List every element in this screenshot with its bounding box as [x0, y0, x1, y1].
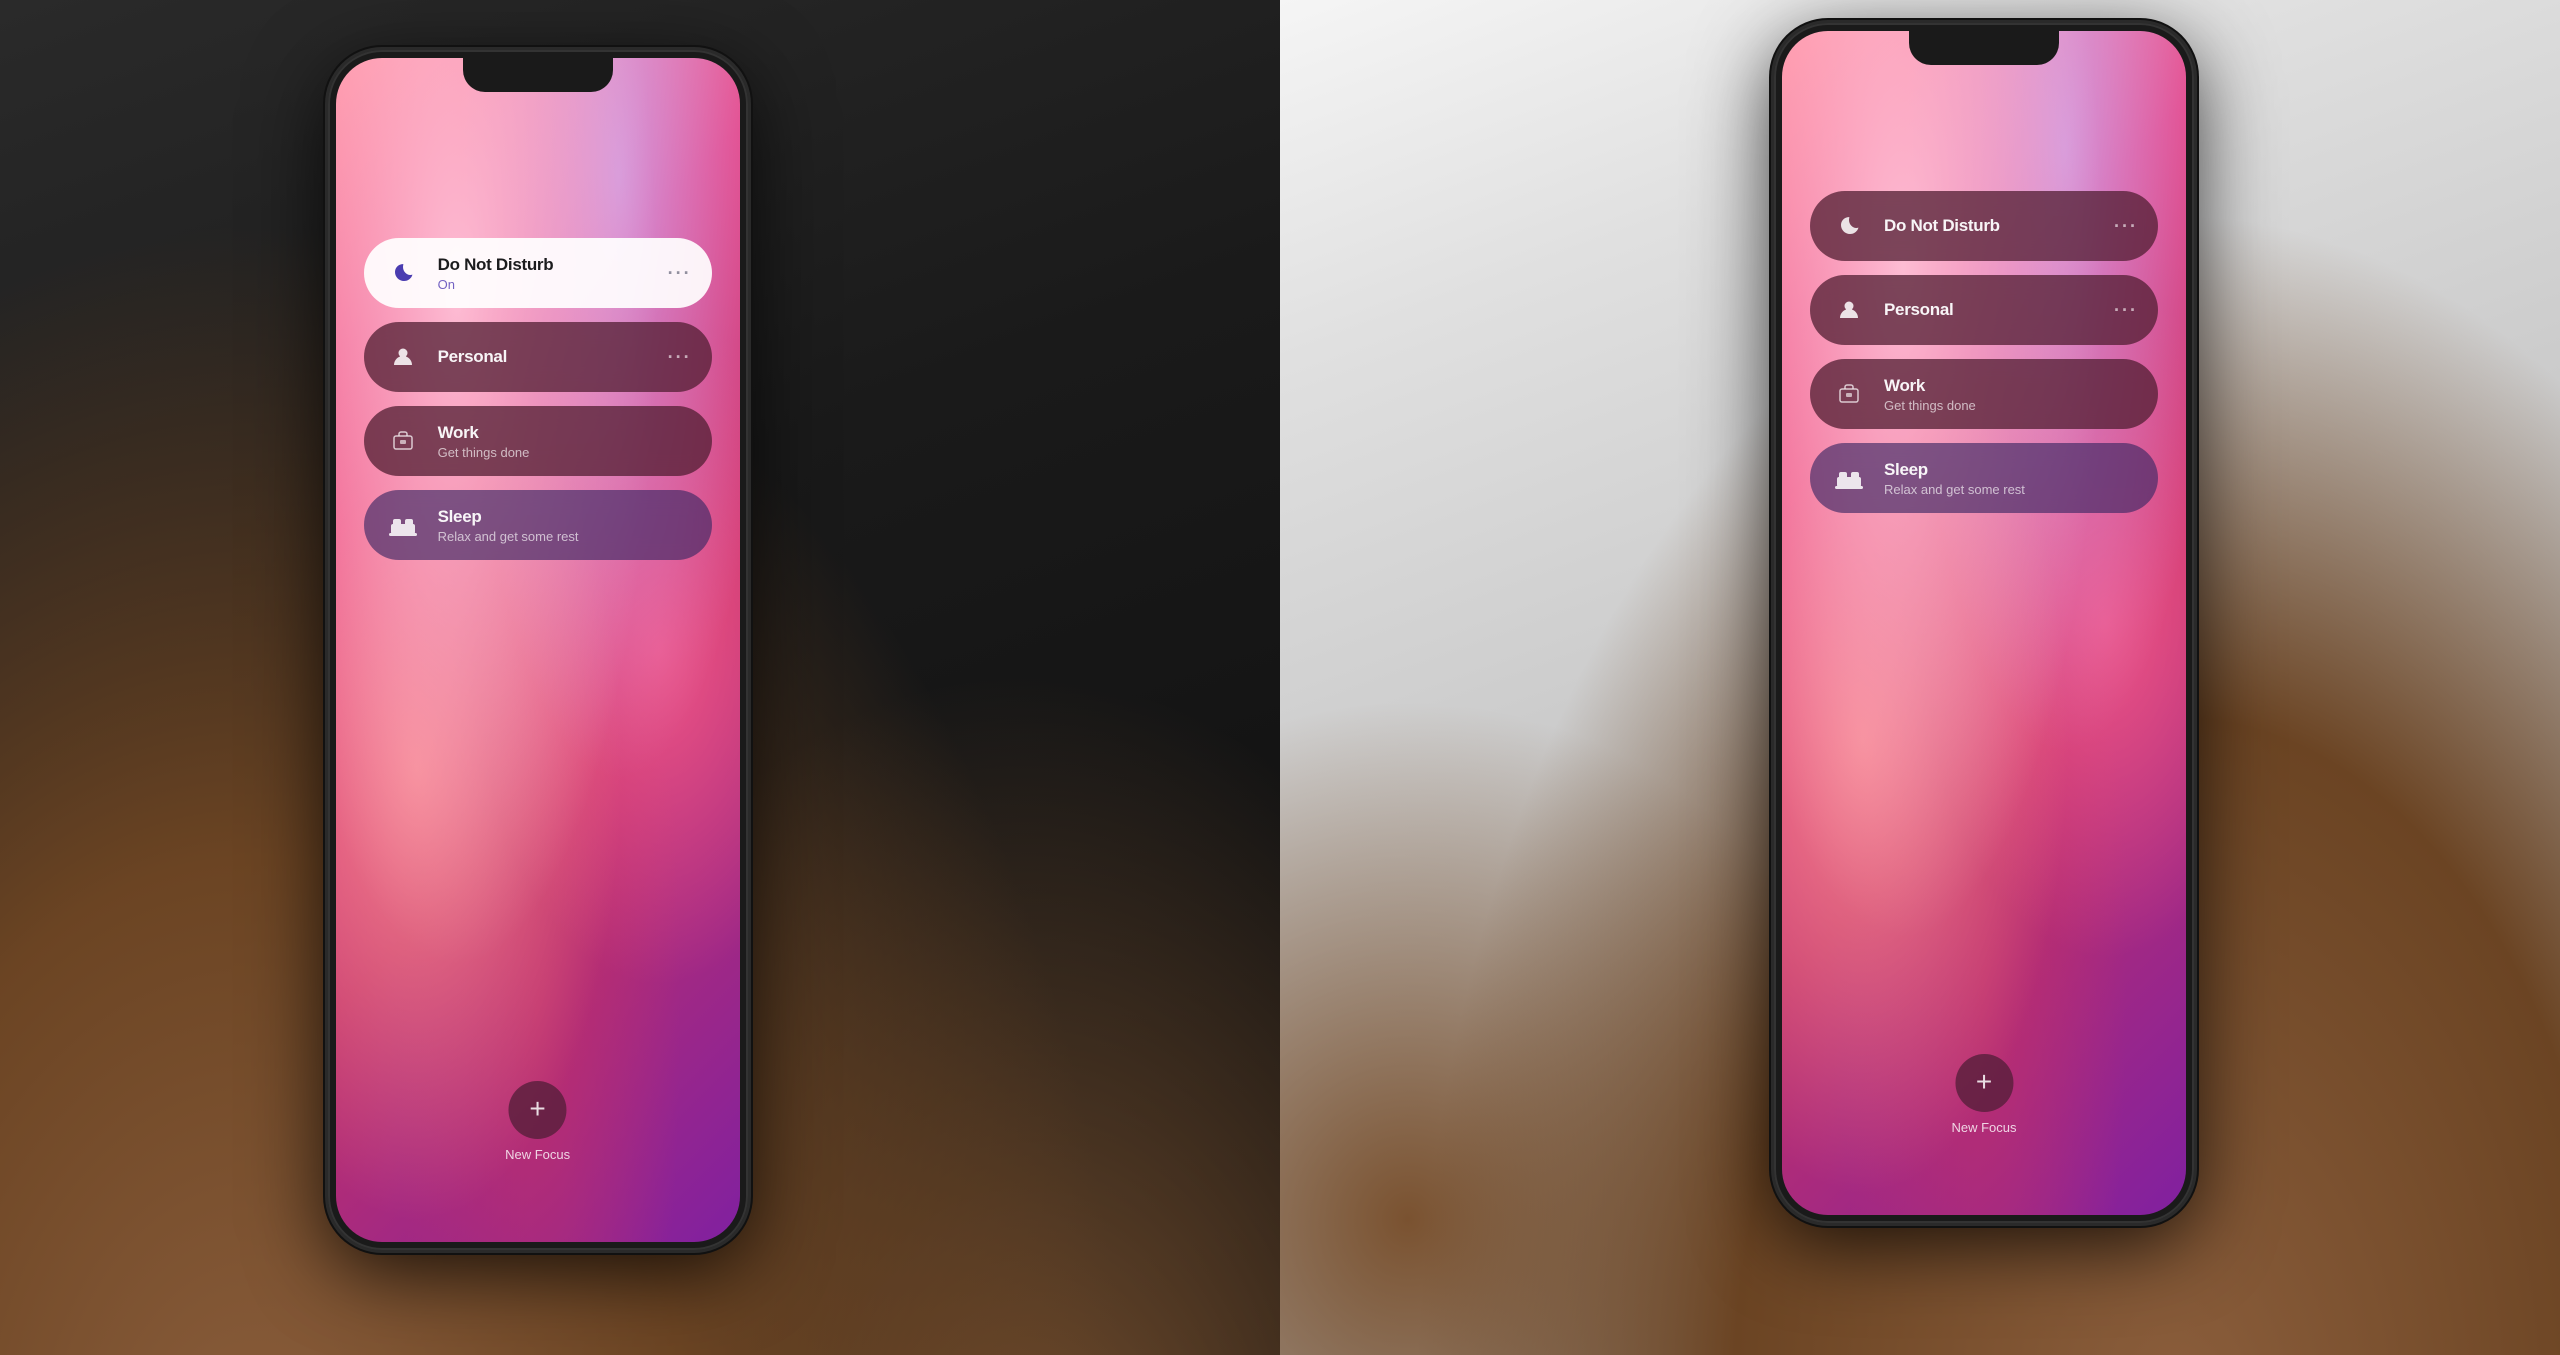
- right-work-item[interactable]: Work Get things done: [1810, 359, 2158, 429]
- right-personal-text: Personal: [1884, 300, 2098, 320]
- personal-icon: [384, 338, 422, 376]
- sleep-text: Sleep Relax and get some rest: [438, 507, 692, 544]
- work-item[interactable]: Work Get things done: [364, 406, 712, 476]
- dnd-text: Do Not Disturb On: [438, 255, 652, 292]
- personal-item[interactable]: Personal ···: [364, 322, 712, 392]
- right-notch: [1909, 31, 2059, 65]
- left-new-focus[interactable]: + New Focus: [505, 1081, 570, 1162]
- dnd-item[interactable]: Do Not Disturb On ···: [364, 238, 712, 308]
- sleep-item[interactable]: Sleep Relax and get some rest: [364, 490, 712, 560]
- left-phone-screen: Do Not Disturb On ··· Personal: [336, 58, 740, 1242]
- right-dnd-title: Do Not Disturb: [1884, 216, 2098, 236]
- dnd-status: On: [438, 277, 652, 292]
- left-phone: Do Not Disturb On ··· Personal: [328, 50, 748, 1250]
- notch: [463, 58, 613, 92]
- left-new-focus-button[interactable]: +: [509, 1081, 567, 1139]
- work-text: Work Get things done: [438, 423, 692, 460]
- right-plus-icon: +: [1976, 1068, 1992, 1096]
- sleep-icon: [384, 506, 422, 544]
- personal-text: Personal: [438, 347, 652, 367]
- right-sleep-text: Sleep Relax and get some rest: [1884, 460, 2138, 497]
- right-work-text: Work Get things done: [1884, 376, 2138, 413]
- sleep-title: Sleep: [438, 507, 692, 527]
- plus-icon: +: [529, 1095, 545, 1123]
- right-dnd-icon: [1830, 207, 1868, 245]
- right-phone: Do Not Disturb ··· Personal ·: [1774, 23, 2194, 1223]
- right-personal-icon: [1830, 291, 1868, 329]
- right-personal-more-icon[interactable]: ···: [2114, 300, 2138, 321]
- right-dnd-more-icon[interactable]: ···: [2114, 216, 2138, 237]
- right-sleep-subtitle: Relax and get some rest: [1884, 482, 2138, 497]
- right-dnd-item[interactable]: Do Not Disturb ···: [1810, 191, 2158, 261]
- right-focus-menu: Do Not Disturb ··· Personal ·: [1810, 191, 2158, 513]
- right-work-title: Work: [1884, 376, 2138, 396]
- right-sleep-title: Sleep: [1884, 460, 2138, 480]
- personal-title: Personal: [438, 347, 652, 367]
- right-photo: Do Not Disturb ··· Personal ·: [1280, 0, 2560, 1355]
- left-focus-menu: Do Not Disturb On ··· Personal: [364, 238, 712, 560]
- right-dnd-text: Do Not Disturb: [1884, 216, 2098, 236]
- work-title: Work: [438, 423, 692, 443]
- dnd-icon: [384, 254, 422, 292]
- right-new-focus-label: New Focus: [1951, 1120, 2016, 1135]
- right-new-focus-button[interactable]: +: [1955, 1054, 2013, 1112]
- right-personal-title: Personal: [1884, 300, 2098, 320]
- dnd-title: Do Not Disturb: [438, 255, 652, 275]
- work-icon: [384, 422, 422, 460]
- right-new-focus[interactable]: + New Focus: [1951, 1054, 2016, 1135]
- right-personal-item[interactable]: Personal ···: [1810, 275, 2158, 345]
- right-sleep-item[interactable]: Sleep Relax and get some rest: [1810, 443, 2158, 513]
- left-photo: Do Not Disturb On ··· Personal: [0, 0, 1280, 1355]
- right-work-subtitle: Get things done: [1884, 398, 2138, 413]
- right-work-icon: [1830, 375, 1868, 413]
- work-subtitle: Get things done: [438, 445, 692, 460]
- sleep-subtitle: Relax and get some rest: [438, 529, 692, 544]
- left-new-focus-label: New Focus: [505, 1147, 570, 1162]
- right-sleep-icon: [1830, 459, 1868, 497]
- dnd-more-icon[interactable]: ···: [668, 263, 692, 284]
- personal-more-icon[interactable]: ···: [668, 347, 692, 368]
- right-phone-screen: Do Not Disturb ··· Personal ·: [1782, 31, 2186, 1215]
